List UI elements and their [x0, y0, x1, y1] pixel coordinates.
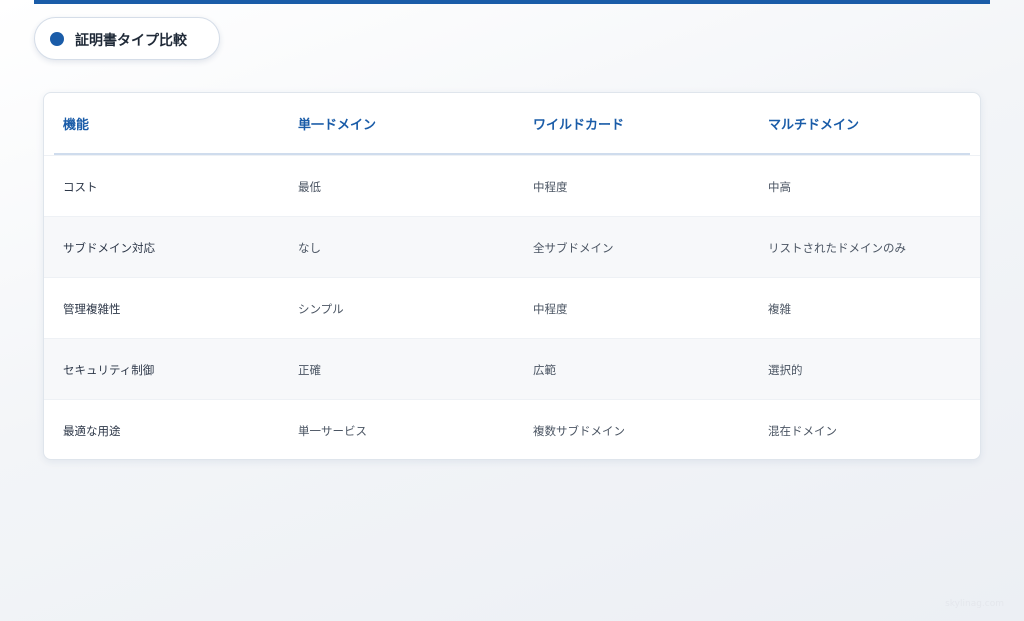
table-cell: 混在ドメイン	[768, 424, 837, 438]
comparison-table: 機能 単一ドメイン ワイルドカード マルチドメイン コスト 最低 中程度 中高 …	[43, 92, 981, 460]
table-cell: 広範	[533, 363, 556, 377]
column-header-multi-domain: マルチドメイン	[768, 118, 860, 133]
table-cell: 最適な用途	[63, 424, 121, 438]
watermark: skylinag.com	[945, 599, 1004, 609]
column-header-wildcard: ワイルドカード	[533, 118, 625, 133]
table-row: セキュリティ制御 正確 広範 選択的	[44, 338, 980, 399]
table-cell: 最低	[298, 180, 321, 194]
table-row: サブドメイン対応 なし 全サブドメイン リストされたドメインのみ	[44, 216, 980, 277]
section-title-pill: 証明書タイプ比較	[34, 17, 220, 60]
page-title: 証明書タイプ比較	[75, 33, 187, 49]
table-cell: コスト	[63, 180, 98, 194]
table-cell: サブドメイン対応	[63, 241, 155, 255]
table-row: 最適な用途 単一サービス 複数サブドメイン 混在ドメイン	[44, 399, 980, 459]
table-cell: 単一サービス	[298, 424, 367, 438]
table-cell: 中程度	[533, 302, 568, 316]
column-header-single-domain: 単一ドメイン	[298, 118, 377, 133]
table-cell: セキュリティ制御	[63, 363, 155, 377]
bullet-dot-icon	[50, 32, 64, 46]
table-cell: 中程度	[533, 180, 568, 194]
top-accent-bar	[34, 0, 990, 4]
column-header-feature: 機能	[63, 118, 90, 133]
table-header: 機能 単一ドメイン ワイルドカード マルチドメイン	[44, 93, 980, 155]
table-cell: リストされたドメインのみ	[768, 241, 906, 255]
table-cell: シンプル	[298, 302, 344, 316]
table-cell: なし	[298, 241, 321, 255]
table-cell: 複雑	[768, 302, 791, 316]
table-cell: 複数サブドメイン	[533, 424, 625, 438]
table-cell: 全サブドメイン	[533, 241, 614, 255]
table-row: 管理複雑性 シンプル 中程度 複雑	[44, 277, 980, 338]
table-cell: 選択的	[768, 363, 803, 377]
table-cell: 中高	[768, 180, 791, 194]
table-cell: 正確	[298, 363, 321, 377]
table-cell: 管理複雑性	[63, 302, 121, 316]
table-row: コスト 最低 中程度 中高	[44, 155, 980, 216]
